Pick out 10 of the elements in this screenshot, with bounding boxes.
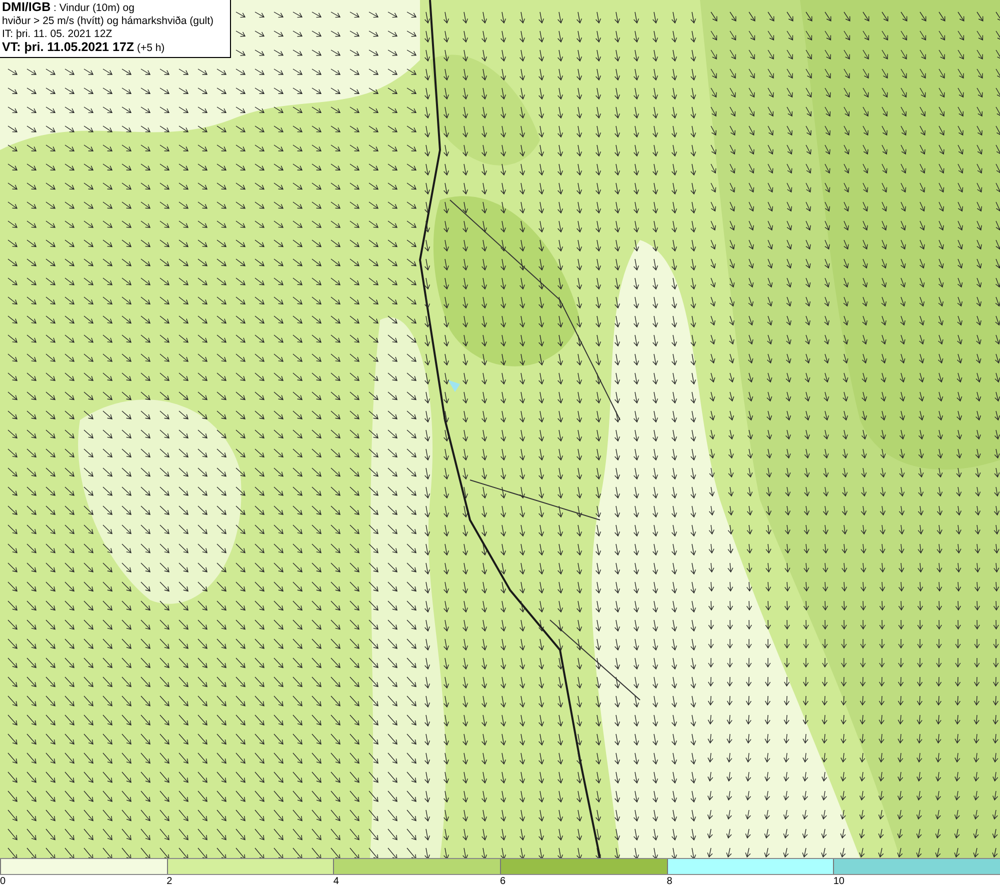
map-title-line: IT: þri. 11. 05. 2021 12Z — [2, 28, 114, 41]
map-title-line: DMI/IGB : Vindur (10m) og — [2, 1, 136, 15]
scale-label: 2 — [166, 876, 172, 887]
scale-label: 4 — [333, 876, 339, 887]
scale-label: 6 — [500, 876, 506, 887]
map-title-line: hviður > 25 m/s (hvítt) og hámarkshviða (gult) — [2, 15, 215, 28]
map-title-line: VT: þri. 11.05.2021 17Z (+5 h) — [2, 41, 166, 55]
scale-label: 10 — [833, 876, 844, 887]
scale-label: 8 — [666, 876, 672, 887]
scale-label: 0 — [0, 876, 6, 887]
